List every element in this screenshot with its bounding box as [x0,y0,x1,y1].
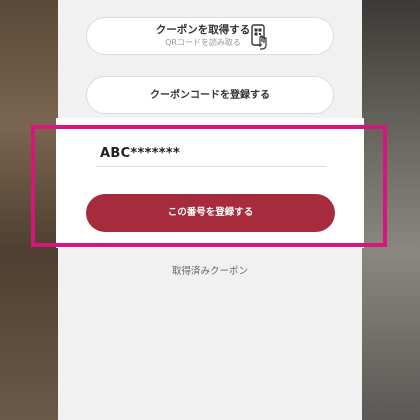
qr-scan-phone-icon [251,24,267,50]
get-coupon-sublabel: QRコードを読み取る [165,38,241,47]
owned-coupons-link[interactable]: 取得済みクーポン [120,263,300,277]
background-left [0,0,58,420]
coupon-code-input[interactable]: ABC******* [100,146,180,161]
register-number-button[interactable]: この番号を登録する [86,194,335,232]
background-right [362,0,420,420]
get-coupon-button[interactable]: クーポンを取得する QRコードを読み取る [86,17,334,55]
get-coupon-text: クーポンを取得する QRコードを読み取る [147,24,259,48]
register-coupon-code-button[interactable]: クーポンコードを登録する [86,76,334,114]
get-coupon-label: クーポンを取得する [155,24,251,36]
register-coupon-code-label: クーポンコードを登録する [150,90,270,101]
input-underline [96,166,326,167]
